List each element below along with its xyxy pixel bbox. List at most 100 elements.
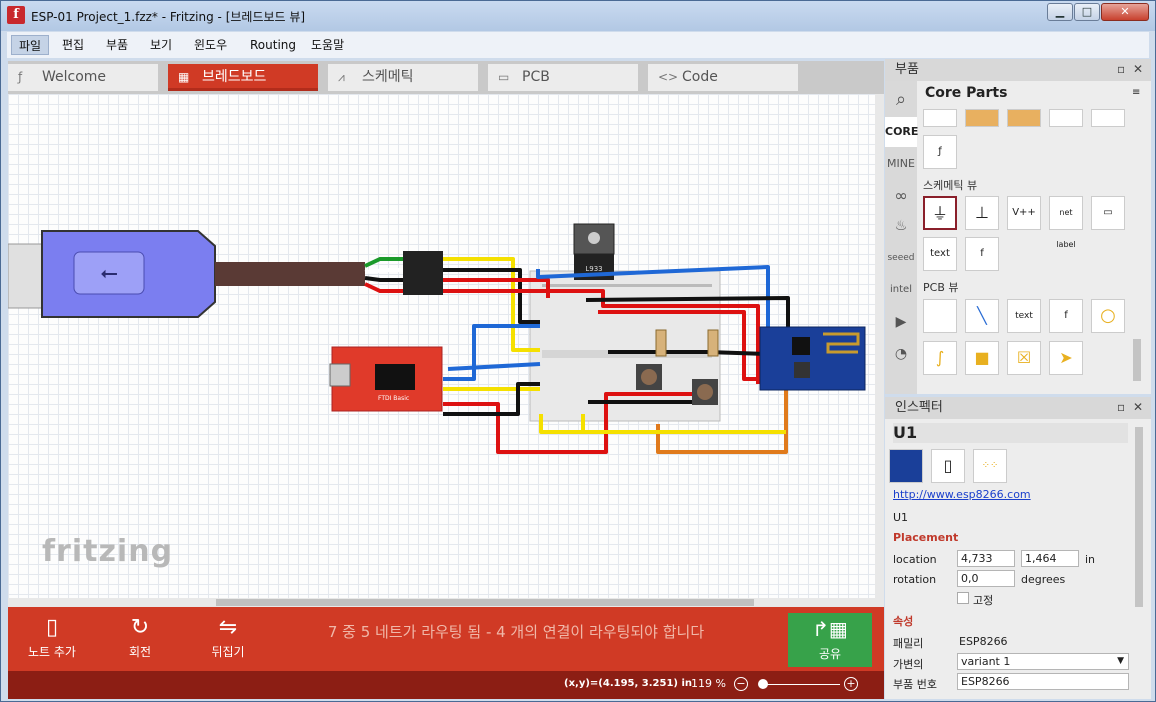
- menu-file[interactable]: 파일: [11, 35, 50, 55]
- intel-icon[interactable]: intel: [885, 275, 917, 305]
- bin-tab-core[interactable]: CORE: [885, 117, 918, 147]
- ftdi-board[interactable]: FTDI Basic: [329, 346, 443, 412]
- logo-part[interactable]: f: [965, 237, 999, 271]
- location-y-input[interactable]: 1,464: [1021, 550, 1079, 567]
- location-label: location: [893, 553, 937, 566]
- tab-breadboard[interactable]: ▦ 브레드보드: [168, 64, 318, 91]
- main-area: ƒ Welcome ▦ 브레드보드 ⩘ 스케메틱 ▭ PCB <>Code ⭠: [8, 61, 884, 699]
- breadboard-icon: ▦: [178, 70, 190, 84]
- status-bar: (x,y)=(4.195, 3.251) in 119 % − +: [8, 671, 884, 699]
- breadboard[interactable]: [529, 270, 721, 422]
- inspector-scrollbar[interactable]: [1135, 427, 1143, 607]
- zoom-slider[interactable]: [760, 684, 840, 685]
- routing-status: 7 중 5 네트가 라우팅 됨 - 4 개의 연결이 라우팅되야 합니다: [327, 623, 705, 641]
- part-item[interactable]: [923, 109, 957, 127]
- location-unit: in: [1085, 553, 1096, 566]
- float-icon[interactable]: ▫: [1117, 62, 1125, 76]
- horizontal-scrollbar[interactable]: [8, 598, 875, 607]
- menu-window[interactable]: 윈도우: [187, 35, 234, 55]
- lock-checkbox[interactable]: [957, 592, 969, 604]
- svg-text:⭠: ⭠: [100, 261, 118, 286]
- sparkfun-icon[interactable]: ♨: [885, 211, 917, 241]
- menu-routing[interactable]: Routing: [243, 35, 303, 55]
- via-icon[interactable]: ∫: [923, 341, 957, 375]
- rotate-button[interactable]: ↻ 회전: [100, 613, 180, 667]
- menu-parts[interactable]: 부품: [99, 35, 135, 55]
- note-icon: ▯: [45, 615, 59, 640]
- menu-edit[interactable]: 편집: [55, 35, 91, 55]
- flip-button[interactable]: ⇋ 뒤집기: [188, 613, 268, 667]
- scroll-thumb[interactable]: [216, 599, 754, 606]
- variant-select[interactable]: variant 1 ▼: [957, 653, 1129, 670]
- part-item[interactable]: [1091, 109, 1125, 127]
- tab-welcome[interactable]: ƒ Welcome: [8, 64, 158, 91]
- pad-icon[interactable]: ■: [965, 341, 999, 375]
- regulator-label: L933: [585, 265, 602, 273]
- bin-tabs: ⌕ CORE MINE ∞ ♨ seeed intel ▶ ◔: [885, 81, 918, 394]
- menu-bar: 파일 편집 부품 보기 윈도우 Routing 도움말: [7, 32, 1149, 58]
- part-item[interactable]: [965, 109, 999, 127]
- search-icon[interactable]: ⌕: [885, 85, 917, 115]
- seeed-icon[interactable]: seeed: [885, 243, 917, 273]
- schematic-section-label: 스케메틱 뷰: [923, 179, 978, 192]
- circuit-drawing: ⭠ L933 FTDI Basic: [8, 223, 866, 454]
- fritzing-logo: fritzing: [42, 534, 174, 569]
- title-bar: f ESP-01 Project_1.fzz* - Fritzing - [브레…: [1, 1, 1155, 31]
- share-button[interactable]: ↱▦ 공유: [788, 613, 872, 667]
- location-x-input[interactable]: 4,733: [957, 550, 1015, 567]
- text-part[interactable]: text: [923, 237, 957, 271]
- tab-code[interactable]: <> Code: [648, 64, 798, 91]
- resistor-1[interactable]: [655, 329, 667, 357]
- part-url-link[interactable]: http://www.esp8266.com: [893, 488, 1031, 501]
- part-item[interactable]: [1007, 109, 1041, 127]
- tab-label: 브레드보드: [202, 69, 267, 85]
- placement-heading: Placement: [893, 531, 959, 544]
- view-tabs: ƒ Welcome ▦ 브레드보드 ⩘ 스케메틱 ▭ PCB <> Code: [8, 61, 884, 94]
- esp01-module[interactable]: [759, 326, 866, 391]
- pcb-logo-part[interactable]: f: [1049, 299, 1083, 333]
- vertical-scrollbar[interactable]: [875, 94, 884, 607]
- bin-tab-mine[interactable]: MINE: [885, 149, 917, 179]
- maximize-button[interactable]: □: [1074, 3, 1100, 21]
- net-label-part[interactable]: net label: [1049, 196, 1083, 249]
- frame-icon[interactable]: ▭: [1091, 196, 1125, 230]
- breadboard-canvas[interactable]: ⭠ L933 FTDI Basic fritzing: [8, 94, 884, 607]
- usb-connector[interactable]: ⭠: [8, 230, 365, 318]
- zoom-in-icon[interactable]: +: [844, 677, 858, 691]
- menu-help[interactable]: 도움말: [304, 35, 351, 55]
- part-number-input[interactable]: ESP8266: [957, 673, 1129, 690]
- bin-menu-icon[interactable]: ≡: [1132, 87, 1140, 98]
- tab-pcb[interactable]: ▭ PCB: [488, 64, 638, 91]
- minimize-button[interactable]: ▁: [1047, 3, 1073, 21]
- menu-view[interactable]: 보기: [143, 35, 179, 55]
- pcb-icon: ▭: [498, 70, 510, 84]
- resistor-2[interactable]: [707, 329, 719, 357]
- add-note-button[interactable]: ▯ 노트 추가: [12, 613, 92, 667]
- parts-panel: 부품 ▫ ✕ ⌕ CORE MINE ∞ ♨ seeed intel ▶ ◔ C…: [885, 59, 1151, 394]
- tab-schematic[interactable]: ⩘ 스케메틱: [328, 64, 478, 91]
- close-panel-icon[interactable]: ✕: [1133, 62, 1143, 76]
- fritzing-part-icon[interactable]: ƒ: [923, 135, 957, 169]
- close-button[interactable]: ✕: [1101, 3, 1149, 21]
- arrow-pad-icon[interactable]: ➤: [1049, 341, 1083, 375]
- pcb-text-part[interactable]: text: [1007, 299, 1041, 333]
- bin-scrollbar[interactable]: [1133, 339, 1141, 381]
- flip-icon: ⇋: [218, 615, 238, 640]
- jumper-icon[interactable]: ╲: [965, 299, 999, 333]
- close-panel-icon[interactable]: ✕: [1133, 400, 1143, 414]
- zoom-slider-handle[interactable]: [758, 679, 768, 689]
- part-item[interactable]: [1049, 109, 1083, 127]
- zoom-out-icon[interactable]: −: [734, 677, 748, 691]
- ground-icon[interactable]: ⏚: [923, 196, 957, 230]
- blank-pcb-part[interactable]: [923, 299, 957, 333]
- arduino-icon[interactable]: ∞: [885, 181, 917, 211]
- hole-icon[interactable]: ○: [1091, 299, 1125, 333]
- rotation-input[interactable]: 0,0: [957, 570, 1015, 587]
- float-icon[interactable]: ▫: [1117, 400, 1125, 414]
- vcc-part[interactable]: V++: [1007, 196, 1041, 230]
- play-icon[interactable]: ▶: [885, 307, 917, 337]
- square-pad-icon[interactable]: ☒: [1007, 341, 1041, 375]
- dial-icon[interactable]: ◔: [885, 339, 917, 369]
- breadboard-image-icon: [889, 449, 923, 483]
- battery-icon[interactable]: ⊥: [965, 196, 999, 230]
